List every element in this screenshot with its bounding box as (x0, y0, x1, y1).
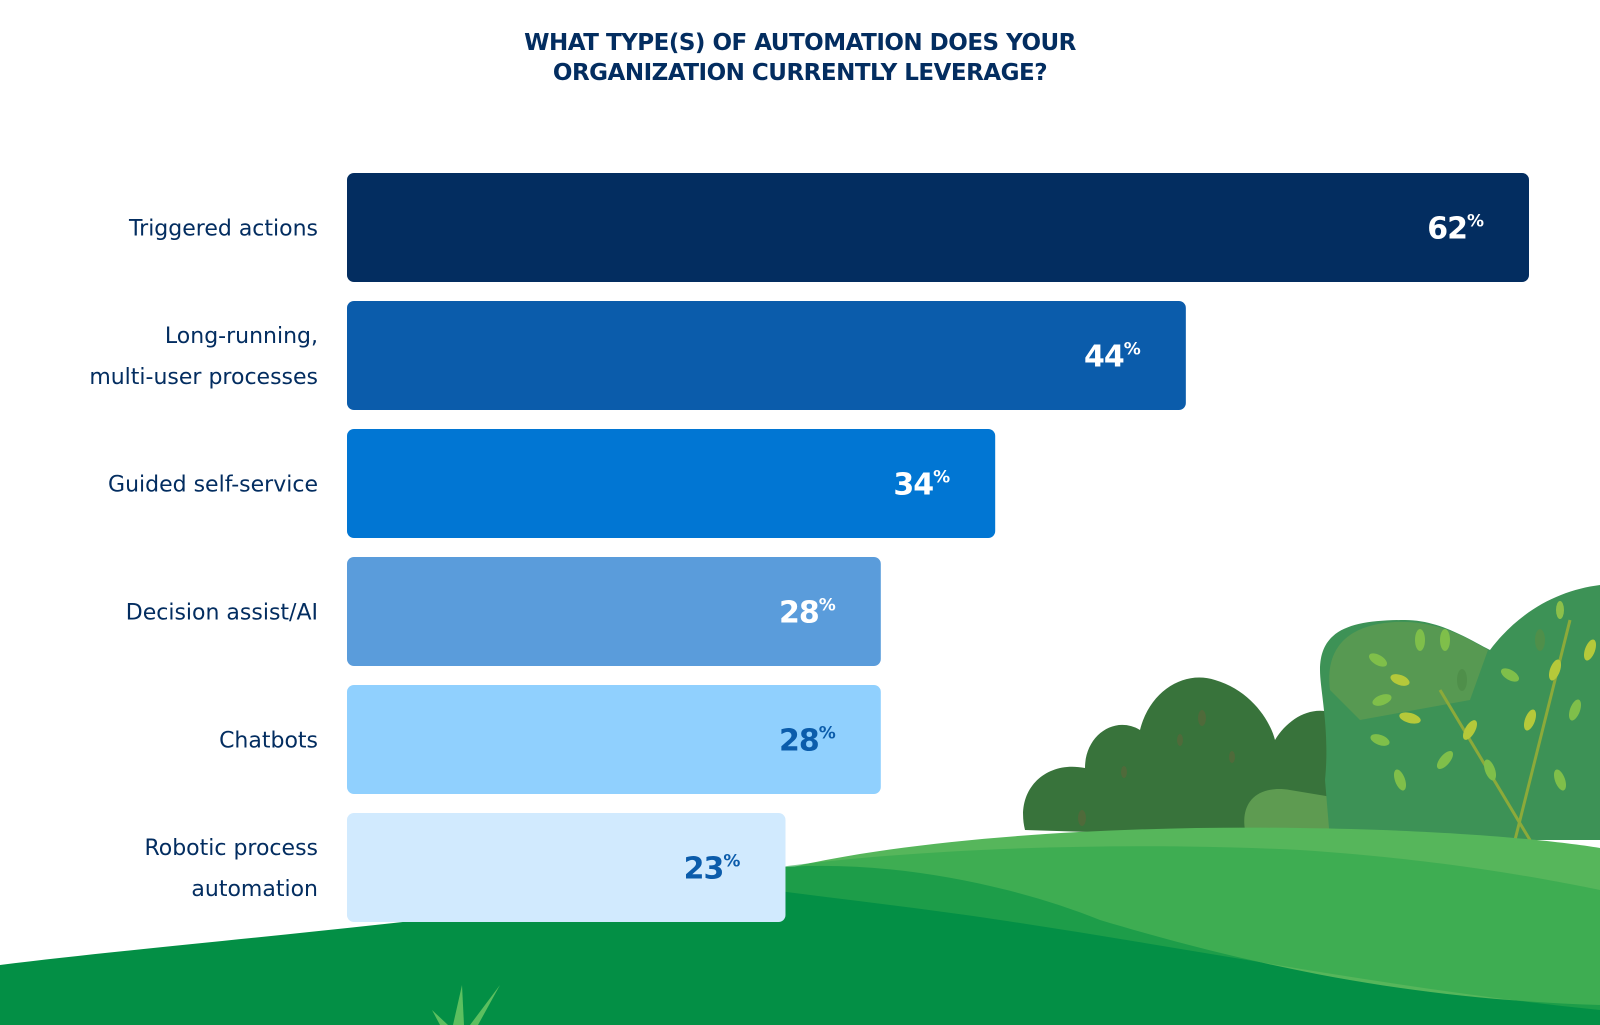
bar-chart: 62% Triggered actions 44% Long-running, mult… (89, 173, 1529, 922)
category-label-line: Decision assist/AI (126, 601, 318, 626)
category-label-line: Robotic process (144, 836, 318, 861)
category-label-line: multi-user processes (89, 365, 318, 390)
percent-sign: % (819, 724, 836, 744)
category-label-3: Decision assist/AI (126, 601, 318, 626)
category-label-1: Long-running, multi-user processes (89, 324, 318, 390)
bar-1 (347, 301, 1186, 410)
category-label-line: Guided self-service (108, 473, 318, 498)
value-number: 34 (893, 468, 933, 503)
category-label-2: Guided self-service (108, 473, 318, 498)
value-number: 62 (1427, 212, 1467, 247)
value-number: 28 (779, 724, 819, 759)
value-number: 28 (779, 596, 819, 631)
percent-sign: % (933, 468, 950, 488)
category-label-line: Chatbots (219, 729, 318, 754)
percent-sign: % (1124, 340, 1141, 360)
category-label-5: Robotic process automation (144, 836, 318, 902)
value-number: 23 (684, 852, 724, 887)
category-label-0: Triggered actions (128, 217, 318, 242)
value-number: 44 (1084, 340, 1124, 375)
category-label-line: Triggered actions (128, 217, 318, 242)
percent-sign: % (819, 596, 836, 616)
category-label-4: Chatbots (219, 729, 318, 754)
category-label-line: Long-running, (165, 324, 318, 349)
bar-0 (347, 173, 1529, 282)
percent-sign: % (723, 852, 740, 872)
category-label-line: automation (191, 877, 318, 902)
percent-sign: % (1467, 212, 1484, 232)
